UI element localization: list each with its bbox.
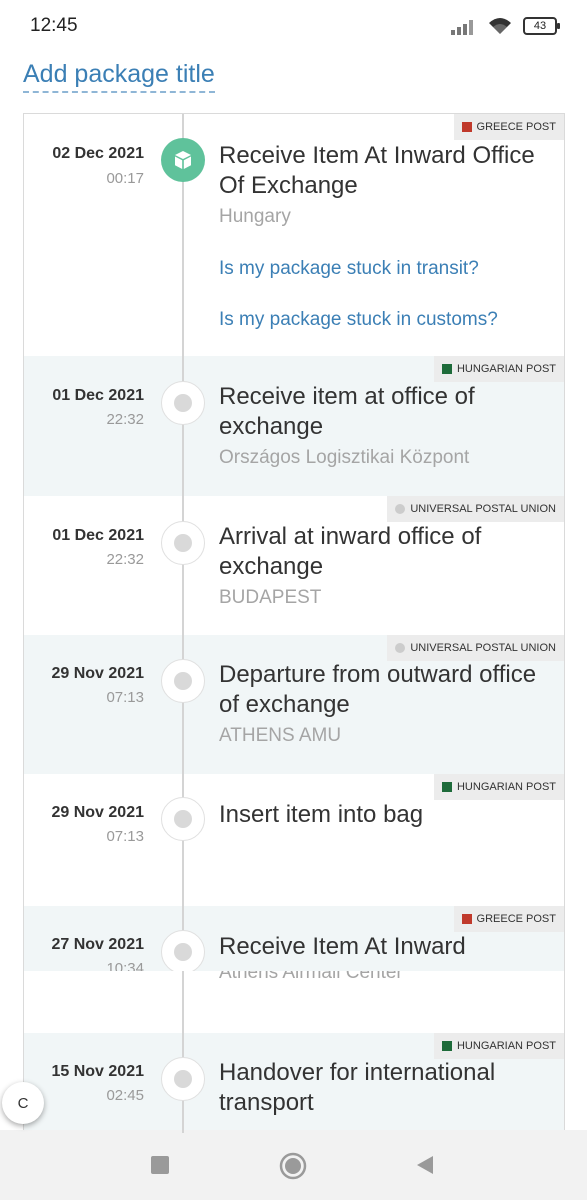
carrier-name: HUNGARIAN POST (456, 363, 556, 375)
event-location: ATHENS AMU (219, 725, 342, 746)
signal-icon (451, 20, 473, 35)
event-date: 27 Nov 2021 (51, 936, 144, 953)
event-date: 01 Dec 2021 (52, 387, 144, 404)
event-location: Hungary (219, 206, 291, 227)
event-time: 07:13 (106, 828, 144, 845)
timeline-event: GREECE POST 02 Dec 2021 00:17 Receive It… (24, 114, 564, 356)
event-title: Handover for international transport (219, 1059, 496, 1116)
upu-logo-icon (395, 643, 406, 653)
battery-level: 43 (533, 20, 547, 32)
event-time: 22:32 (106, 411, 144, 428)
event-location: BUDAPEST (219, 587, 322, 608)
event-title: Departure from outward office of exchang… (219, 661, 537, 718)
event-location: Athens Airmail Center (219, 971, 403, 983)
add-package-title-link[interactable]: Add package title (23, 60, 215, 93)
event-date: 29 Nov 2021 (51, 665, 144, 682)
event-date: 01 Dec 2021 (52, 527, 144, 544)
carrier-badge: UNIVERSAL POSTAL UNION (387, 496, 564, 522)
wifi-icon (489, 18, 511, 34)
package-icon (161, 138, 205, 182)
event-title: Receive item at office of exchange (219, 383, 475, 440)
carrier-badge: UNIVERSAL POSTAL UNION (387, 635, 564, 661)
event-time: 07:13 (106, 689, 144, 706)
timeline-dot-icon (161, 930, 205, 971)
greece-flag-icon (461, 122, 472, 132)
status-bar: 12:45 43 (0, 0, 587, 52)
carrier-badge: HUNGARIAN POST (433, 356, 564, 382)
timeline-event: HUNGARIAN POST 29 Nov 2021 07:13 Insert … (24, 774, 564, 906)
floating-action-button[interactable]: C (2, 1082, 44, 1124)
event-date: 29 Nov 2021 (51, 804, 144, 821)
event-date: 02 Dec 2021 (52, 145, 144, 162)
carrier-name: UNIVERSAL POSTAL UNION (410, 642, 556, 654)
event-title: Insert item into bag (219, 801, 424, 828)
carrier-name: UNIVERSAL POSTAL UNION (410, 503, 556, 515)
stuck-in-customs-link[interactable]: Is my package stuck in customs? (219, 309, 498, 331)
carrier-name: GREECE POST (476, 121, 556, 133)
timeline-line (182, 114, 184, 1133)
timeline-event: UNIVERSAL POSTAL UNION 01 Dec 2021 22:32… (24, 496, 564, 635)
upu-logo-icon (395, 504, 406, 514)
timeline-event: GREECE POST 27 Nov 2021 10:34 Receive It… (24, 906, 564, 971)
hungary-post-icon (441, 1041, 452, 1051)
timeline-event: HUNGARIAN POST 01 Dec 2021 22:32 Receive… (24, 356, 564, 496)
event-time: 00:17 (106, 170, 144, 187)
event-title: Receive Item At Inward (219, 933, 466, 960)
hungary-post-icon (441, 364, 452, 374)
timeline-event: UNIVERSAL POSTAL UNION 29 Nov 2021 07:13… (24, 635, 564, 774)
event-time: 10:34 (106, 960, 144, 971)
battery-icon: 43 (523, 17, 560, 35)
square-recents-icon[interactable] (145, 1150, 175, 1180)
timeline-event: HUNGARIAN POST 15 Nov 2021 02:45 Handove… (24, 1033, 564, 1133)
status-icons: 43 (451, 16, 560, 36)
event-title: Receive Item At Inward Office Of Exchang… (219, 142, 535, 199)
system-nav-bar (0, 1130, 587, 1200)
circle-home-icon[interactable] (277, 1150, 309, 1182)
greece-flag-icon (461, 914, 472, 924)
carrier-badge: GREECE POST (453, 906, 564, 932)
tracking-timeline: GREECE POST 02 Dec 2021 00:17 Receive It… (23, 113, 565, 1133)
timeline-dot-icon (161, 1057, 205, 1101)
timeline-dot-icon (161, 381, 205, 425)
timeline-dot-icon (161, 797, 205, 841)
event-location: Országos Logisztikai Központ (219, 447, 470, 468)
carrier-name: HUNGARIAN POST (456, 781, 556, 793)
carrier-badge: HUNGARIAN POST (433, 774, 564, 800)
stuck-in-transit-link[interactable]: Is my package stuck in transit? (219, 258, 479, 280)
timeline-dot-icon (161, 659, 205, 703)
carrier-badge: GREECE POST (453, 114, 564, 140)
triangle-back-icon[interactable] (410, 1150, 440, 1180)
carrier-badge: HUNGARIAN POST (433, 1033, 564, 1059)
event-title: Arrival at inward office of exchange (219, 523, 482, 580)
event-time: 02:45 (106, 1087, 144, 1104)
timeline-dot-icon (161, 521, 205, 565)
carrier-name: HUNGARIAN POST (456, 1040, 556, 1052)
timeline-event-overflow: Athens Airmail Center (24, 971, 564, 1033)
event-time: 22:32 (106, 551, 144, 568)
carrier-name: GREECE POST (476, 913, 556, 925)
event-date: 15 Nov 2021 (51, 1063, 144, 1080)
hungary-post-icon (441, 782, 452, 792)
status-time: 12:45 (30, 15, 78, 36)
